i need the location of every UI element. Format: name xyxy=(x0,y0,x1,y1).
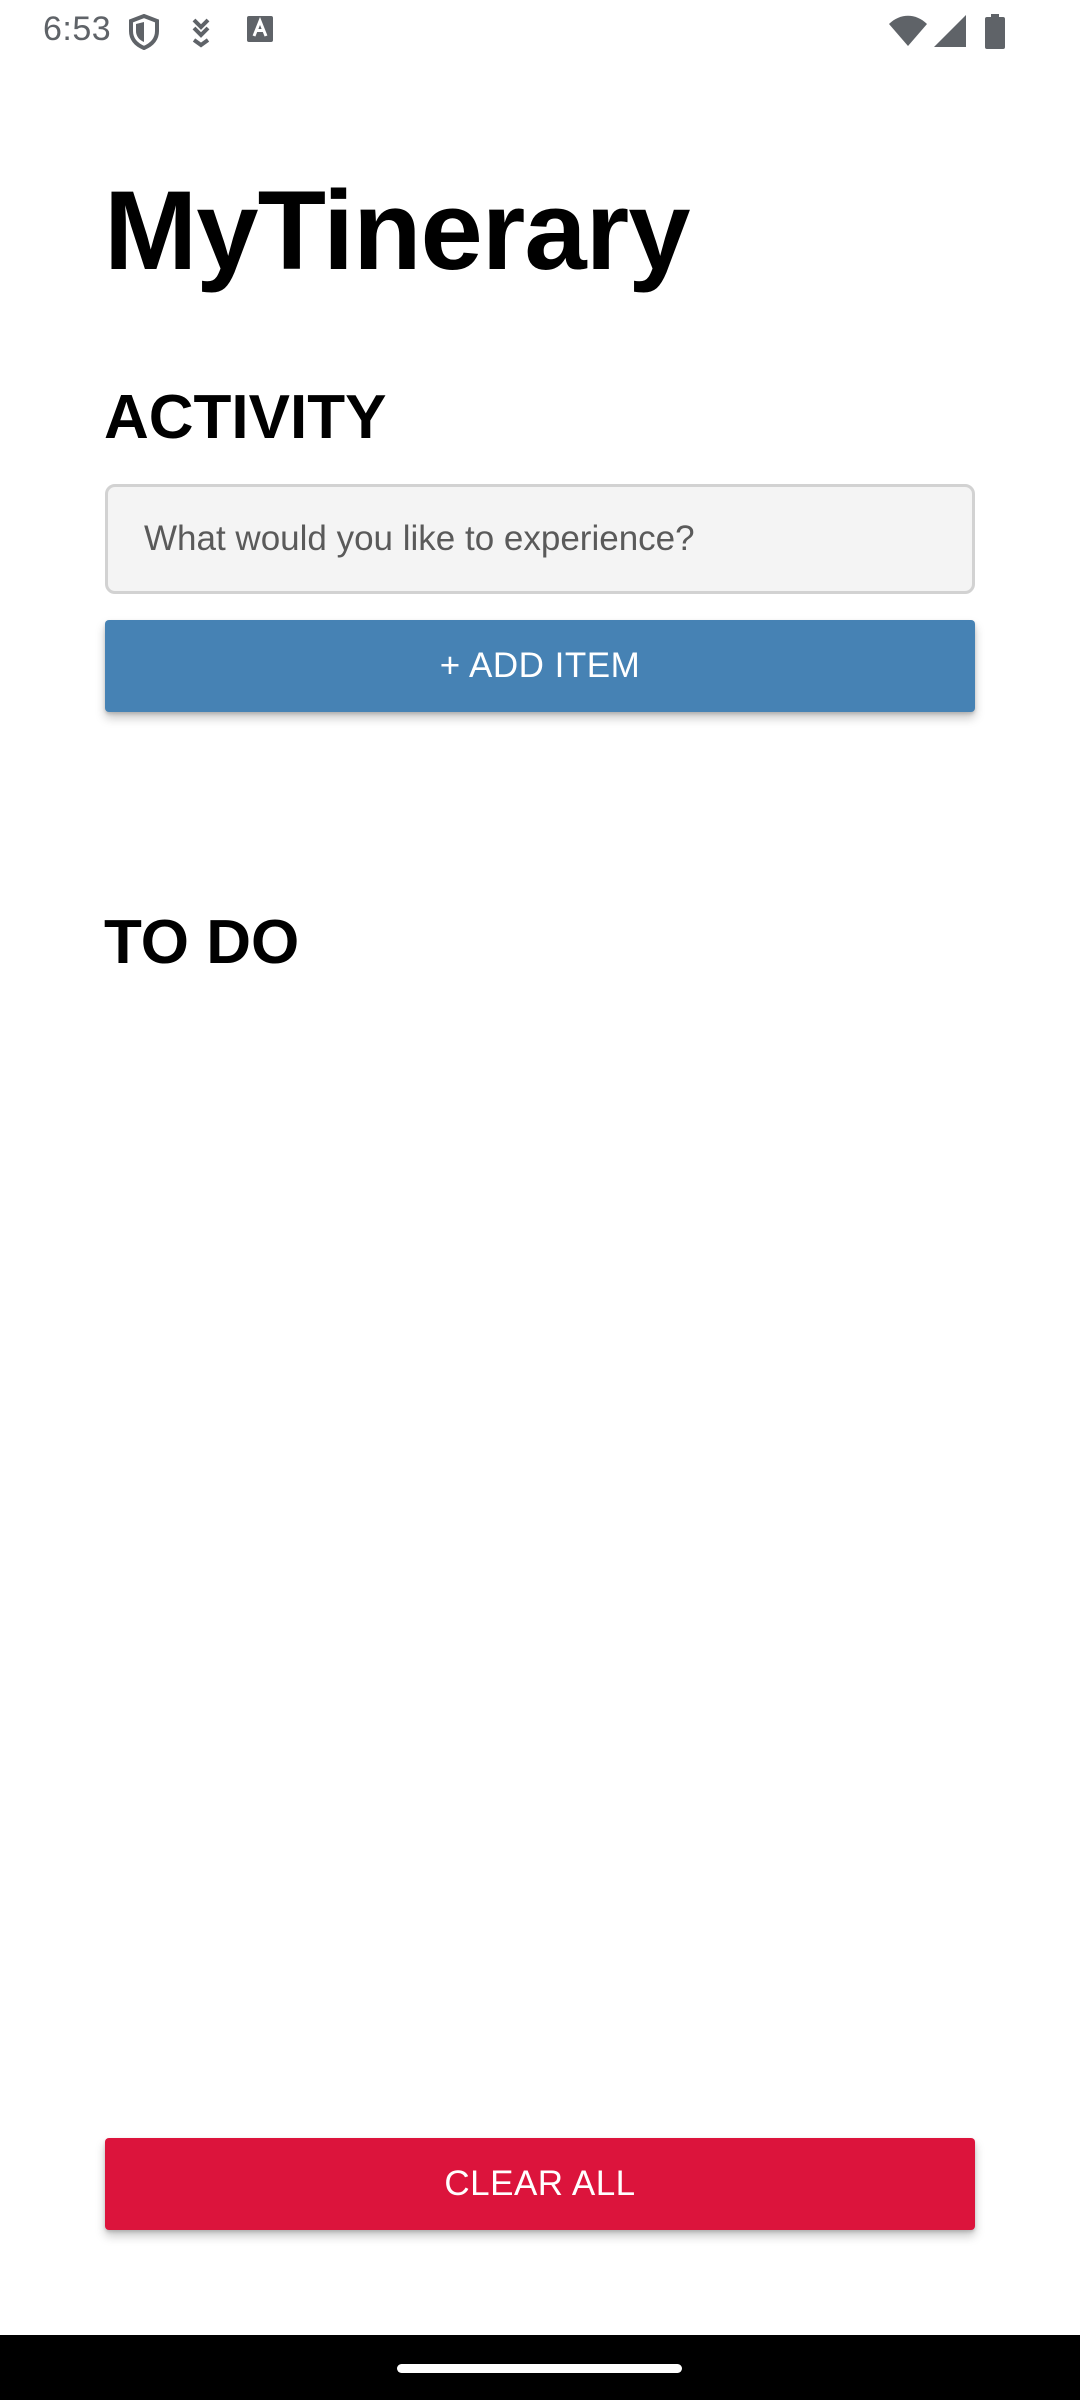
add-item-button[interactable]: + ADD ITEM xyxy=(105,620,975,712)
status-bar: 6:53 xyxy=(0,0,1080,62)
home-gesture-handle[interactable] xyxy=(397,2364,682,2373)
todo-heading: TO DO xyxy=(104,908,300,977)
activity-input[interactable] xyxy=(105,484,975,594)
activity-heading: ACTIVITY xyxy=(104,383,387,452)
wifi-icon xyxy=(888,14,928,53)
text-a-icon xyxy=(246,14,274,49)
clear-all-button[interactable]: CLEAR ALL xyxy=(105,2138,975,2230)
download-icon xyxy=(188,14,214,53)
shield-icon xyxy=(128,13,160,55)
battery-icon xyxy=(984,14,1006,55)
app-title: MyTinerary xyxy=(104,168,691,293)
todo-list xyxy=(104,1000,974,2100)
status-time: 6:53 xyxy=(43,10,112,48)
cell-signal-icon xyxy=(933,14,967,53)
navigation-bar xyxy=(0,2335,1080,2400)
